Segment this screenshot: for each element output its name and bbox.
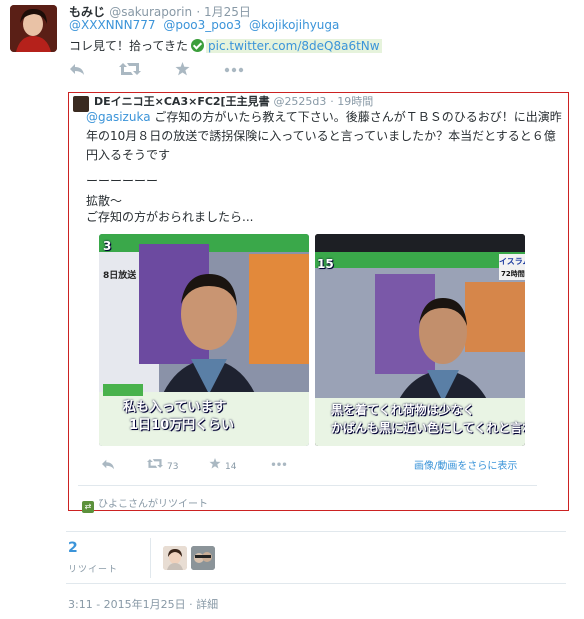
reply-icon[interactable] [69, 62, 85, 80]
retweeted-by-note[interactable]: ⇄ ひよこさんがリツイート [82, 495, 208, 513]
quoted-body: ご存知の方がいたら教えて下さい。後藤さんがＴＢＳのひるおび！に出演昨年の10月８… [86, 110, 562, 162]
card-divider [78, 485, 537, 486]
quoted-spread-text: 拡散〜 [86, 194, 123, 208]
retweet-badge-icon: ⇄ [82, 501, 94, 513]
tweet-text: コレ見て！拾ってきた pic.twitter.com/8deQ8a6tNw [69, 37, 382, 54]
author-handle[interactable]: @sakuraporin [109, 5, 192, 19]
quoted-author-name[interactable]: DEイニコ王×CA3×FC2[王主見書 [94, 95, 270, 108]
quoted-reply-icon[interactable] [101, 458, 115, 474]
stats-bottom-divider [66, 583, 566, 584]
retweeted-by-text: ひよこさんがリツイート [98, 499, 208, 510]
mention-link[interactable]: @kojikojihyuga [249, 18, 339, 32]
check-icon [191, 39, 205, 52]
retweeter-avatar[interactable] [191, 546, 215, 570]
retweet-icon[interactable] [119, 62, 141, 80]
quoted-retweet-count: 73 [167, 462, 179, 472]
quoted-more-icon[interactable] [271, 458, 287, 473]
quoted-author-handle[interactable]: @2525d3 [273, 95, 326, 108]
media-image-1[interactable]: 3 8日放送 私も入っています 1日10万円くらい [99, 234, 309, 446]
image2-channel-number: 15 [317, 257, 334, 271]
show-more-media-link[interactable]: 画像/動画をさらに表示 [414, 457, 517, 472]
tweet-timestamp[interactable]: 3:11 - 2015年1月25日 · 詳細 [68, 596, 218, 612]
image1-caption-line1: 私も入っています [123, 400, 227, 415]
quoted-retweet-button[interactable]: 73 [147, 458, 178, 473]
quoted-text: @gasizuka ご存知の方がいたら教えて下さい。後藤さんがＴＢＳのひるおび！… [86, 108, 566, 165]
mention-link[interactable]: @XXXNNN777 [69, 18, 156, 32]
tweet-date[interactable]: · 1月25日 [196, 5, 251, 19]
stats-separator [150, 538, 151, 578]
image2-caption-line1: 黒を着てくれ荷物は少なく [331, 403, 475, 417]
more-icon[interactable] [224, 62, 244, 80]
mention-list: @XXXNNN777 @poo3_poo3 @kojikojihyuga [69, 18, 343, 32]
star-icon[interactable] [175, 62, 190, 80]
quoted-closing-text: ご存知の方がおられましたら... [86, 210, 254, 224]
image1-channel-number: 3 [103, 239, 112, 253]
quoted-tweet-card[interactable]: DEイニコ王×CA3×FC2[王主見書 @2525d3 · 19時間 @gasi… [68, 92, 569, 513]
media-image-2[interactable]: 15 イスラム 72時間 黒を着てくれ荷物は少なく かばんも黒に近い色にしてくれ… [315, 234, 525, 446]
author-avatar[interactable] [10, 5, 57, 52]
image1-air-date: 8日放送 [103, 271, 137, 281]
image2-topic-tag2: 72時間 [501, 270, 525, 278]
image1-caption-line2: 1日10万円くらい [129, 418, 235, 433]
quoted-author-line: DEイニコ王×CA3×FC2[王主見書 @2525d3 · 19時間 [94, 93, 373, 109]
pic-link[interactable]: pic.twitter.com/8deQ8a6tNw [206, 39, 382, 53]
quoted-divider-text: ーーーーーー [86, 174, 159, 188]
quoted-time[interactable]: · 19時間 [330, 95, 373, 108]
retweet-count-label[interactable]: リツイート [68, 562, 118, 575]
quoted-favorite-button[interactable]: 14 [209, 458, 236, 473]
retweeter-avatar[interactable] [163, 546, 187, 570]
quoted-star-icon [209, 458, 221, 469]
author-name[interactable]: もみじ [69, 5, 105, 19]
mention-link[interactable]: @poo3_poo3 [163, 18, 241, 32]
tweet-body: コレ見て！拾ってきた [69, 39, 189, 53]
retweet-count[interactable]: 2 [68, 540, 78, 556]
stats-top-divider [66, 531, 566, 532]
quoted-mention[interactable]: @gasizuka [86, 110, 151, 124]
quoted-retweet-icon [147, 459, 163, 468]
image2-caption-line2: かばんも黒に近い色にしてくれと言われ [331, 421, 525, 435]
quoted-favorite-count: 14 [225, 462, 237, 472]
